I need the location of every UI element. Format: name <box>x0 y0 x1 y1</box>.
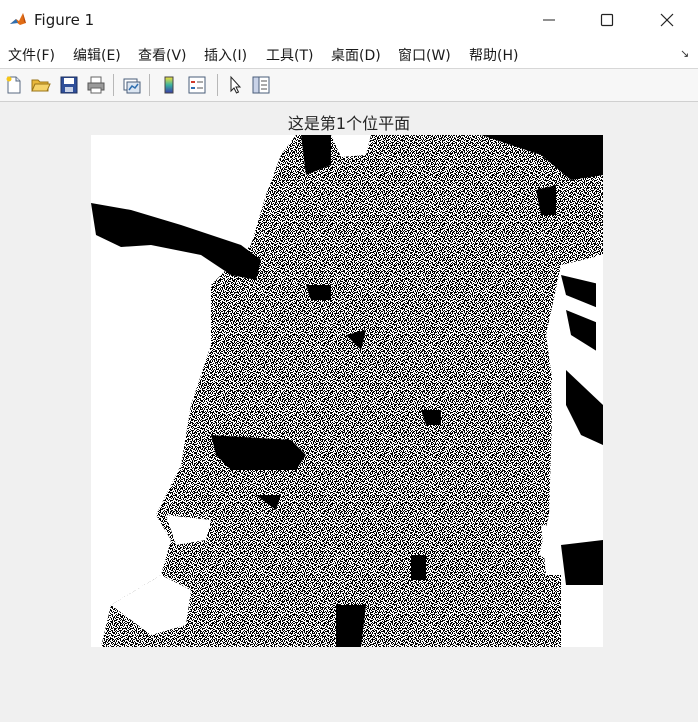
bit-plane-image-svg <box>91 135 603 647</box>
menu-edit[interactable]: 编辑(E) <box>73 45 121 65</box>
edit-plot-arrow-icon[interactable] <box>223 73 247 97</box>
toolbar-separator <box>217 74 218 96</box>
close-button[interactable] <box>638 0 696 40</box>
menu-help[interactable]: 帮助(H) <box>469 45 518 65</box>
figure-title: 这是第1个位平面 <box>287 114 411 133</box>
figure-toolbar <box>0 69 698 102</box>
minimize-button[interactable] <box>520 0 578 40</box>
bit-plane-image[interactable] <box>91 135 603 647</box>
save-icon[interactable] <box>57 73 81 97</box>
colorbar-icon[interactable] <box>157 73 181 97</box>
menu-view[interactable]: 查看(V) <box>138 45 187 65</box>
link-plot-icon[interactable] <box>120 73 144 97</box>
window-title: Figure 1 <box>34 11 95 29</box>
toolbar-separator <box>113 74 114 96</box>
maximize-button[interactable] <box>578 0 636 40</box>
menu-insert[interactable]: 插入(I) <box>204 45 247 65</box>
menu-bar: 文件(F) 编辑(E) 查看(V) 插入(I) 工具(T) 桌面(D) 窗口(W… <box>0 40 698 69</box>
open-file-icon[interactable] <box>29 73 53 97</box>
property-inspector-icon[interactable] <box>249 73 273 97</box>
matlab-icon <box>8 10 28 30</box>
menu-tools[interactable]: 工具(T) <box>266 45 313 65</box>
new-figure-icon[interactable] <box>2 73 26 97</box>
toolbar-separator <box>149 74 150 96</box>
menu-desktop[interactable]: 桌面(D) <box>331 45 381 65</box>
dock-arrow-icon[interactable]: ↘ <box>680 47 689 60</box>
print-icon[interactable] <box>84 73 108 97</box>
legend-icon[interactable] <box>185 73 209 97</box>
menu-window[interactable]: 窗口(W) <box>398 45 451 65</box>
menu-file[interactable]: 文件(F) <box>8 45 55 65</box>
window-titlebar[interactable]: Figure 1 <box>0 0 698 41</box>
